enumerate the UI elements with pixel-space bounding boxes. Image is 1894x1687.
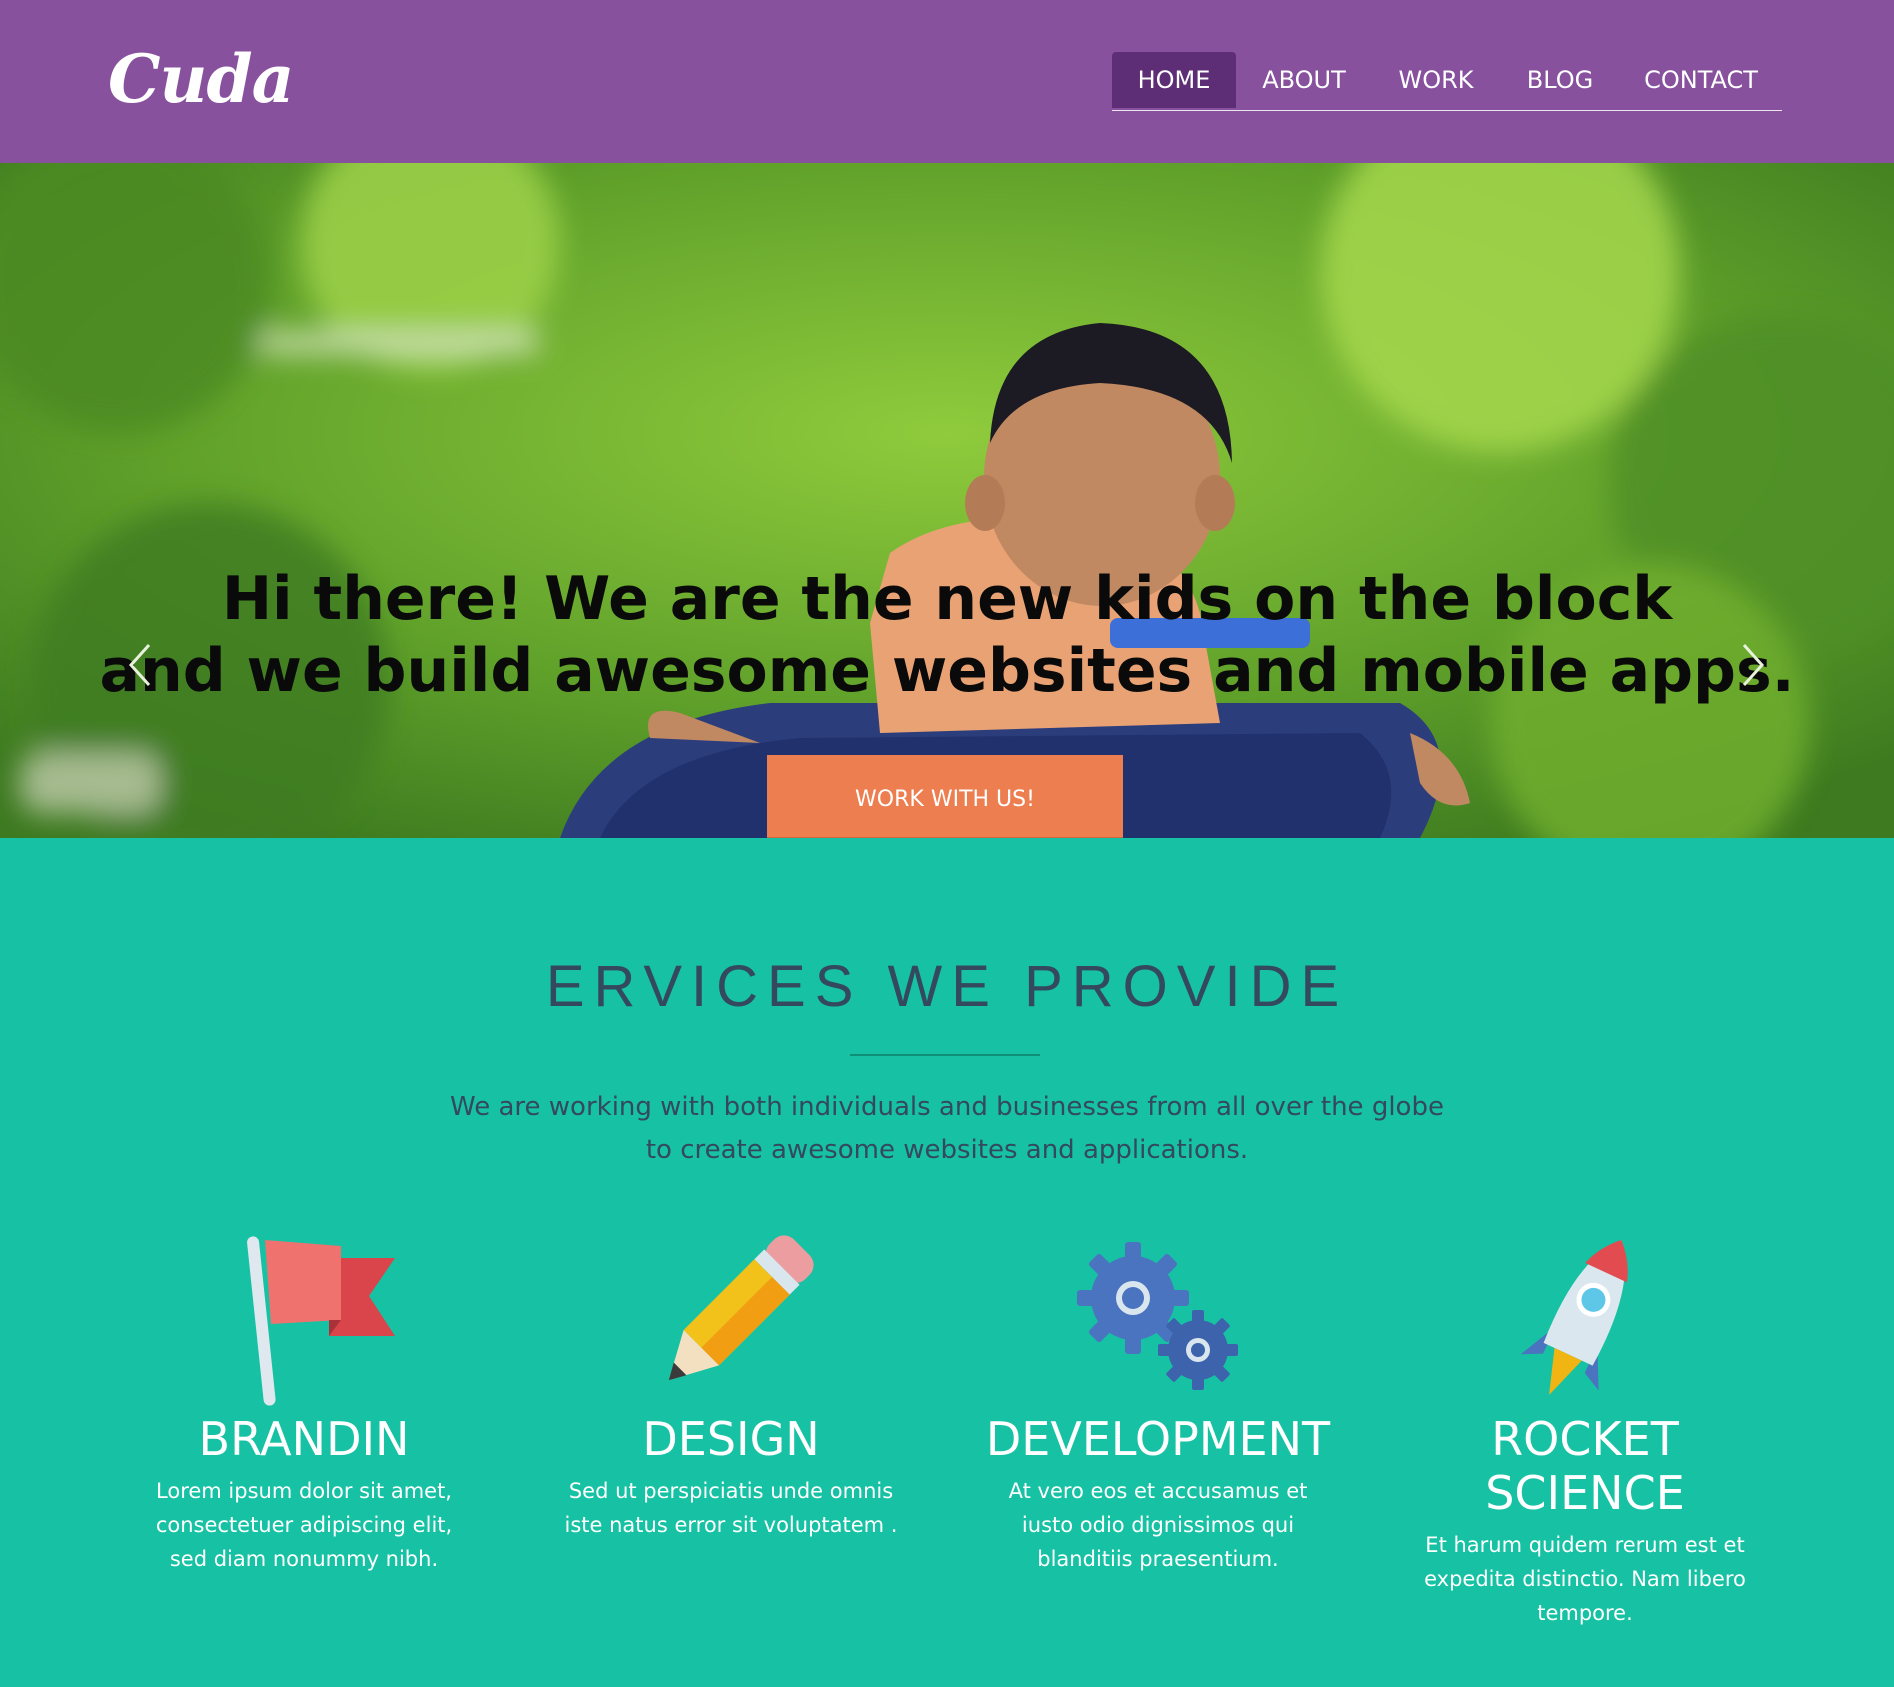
services-subtitle-line2: to create awesome websites and applicati… bbox=[645, 1135, 1249, 1165]
chevron-left-icon[interactable] bbox=[125, 641, 155, 689]
services-subtitle: We are working with both individuals and… bbox=[400, 1086, 1494, 1172]
service-title: DEVELOPMENT bbox=[985, 1412, 1331, 1466]
services-subtitle-line1: We are working with both individuals and… bbox=[450, 1092, 1444, 1122]
gears-icon bbox=[1077, 1242, 1238, 1390]
service-description: At vero eos et accusamus et iusto odio d… bbox=[1008, 1479, 1308, 1571]
chevron-right-icon[interactable] bbox=[1738, 641, 1768, 689]
service-card-design: DESIGN Sed ut perspiciatis unde omnis is… bbox=[531, 1228, 931, 1542]
services-section: ERVICES WE PROVIDE We are working with b… bbox=[0, 838, 1894, 1687]
service-title: DESIGN bbox=[642, 1412, 820, 1466]
service-description: Lorem ipsum dolor sit amet, consectetuer… bbox=[155, 1479, 453, 1571]
services-title: ERVICES WE PROVIDE bbox=[545, 954, 1349, 1019]
main-nav: HOME ABOUT WORK BLOG CONTACT bbox=[1112, 52, 1782, 111]
service-card-branding: BRANDIN Lorem ipsum dolor sit amet, cons… bbox=[104, 1228, 504, 1576]
hero-slider: Hi there! We are the new kids on the blo… bbox=[0, 163, 1894, 838]
hero-photo bbox=[0, 163, 1894, 838]
hero-headline-line2: and we build awesome websites and mobile… bbox=[99, 636, 1795, 706]
rocket-icon bbox=[1520, 1240, 1628, 1396]
flag-icon bbox=[247, 1236, 395, 1406]
service-card-rocket-science: ROCKET SCIENCE Et harum quidem rerum est… bbox=[1385, 1228, 1785, 1630]
service-title: ROCKET SCIENCE bbox=[1485, 1412, 1685, 1520]
title-divider bbox=[850, 1054, 1040, 1056]
work-with-us-button[interactable]: WORK WITH US! bbox=[767, 755, 1123, 838]
nav-item-blog[interactable]: BLOG bbox=[1500, 52, 1620, 108]
hero-headline-line1: Hi there! We are the new kids on the blo… bbox=[221, 564, 1673, 634]
hero-headline: Hi there! We are the new kids on the blo… bbox=[0, 563, 1894, 707]
site-logo[interactable]: Cuda bbox=[108, 40, 294, 118]
nav-item-home[interactable]: HOME bbox=[1112, 52, 1236, 108]
nav-item-about[interactable]: ABOUT bbox=[1236, 52, 1372, 108]
service-description: Sed ut perspiciatis unde omnis iste natu… bbox=[564, 1479, 898, 1537]
service-description: Et harum quidem rerum est et expedita di… bbox=[1424, 1533, 1746, 1625]
service-title: BRANDIN bbox=[198, 1412, 410, 1466]
service-card-development: DEVELOPMENT At vero eos et accusamus et … bbox=[958, 1228, 1358, 1576]
site-header: Cuda HOME ABOUT WORK BLOG CONTACT bbox=[0, 0, 1894, 163]
nav-item-contact[interactable]: CONTACT bbox=[1620, 52, 1782, 108]
nav-item-work[interactable]: WORK bbox=[1372, 52, 1500, 108]
pencil-icon bbox=[668, 1235, 814, 1381]
